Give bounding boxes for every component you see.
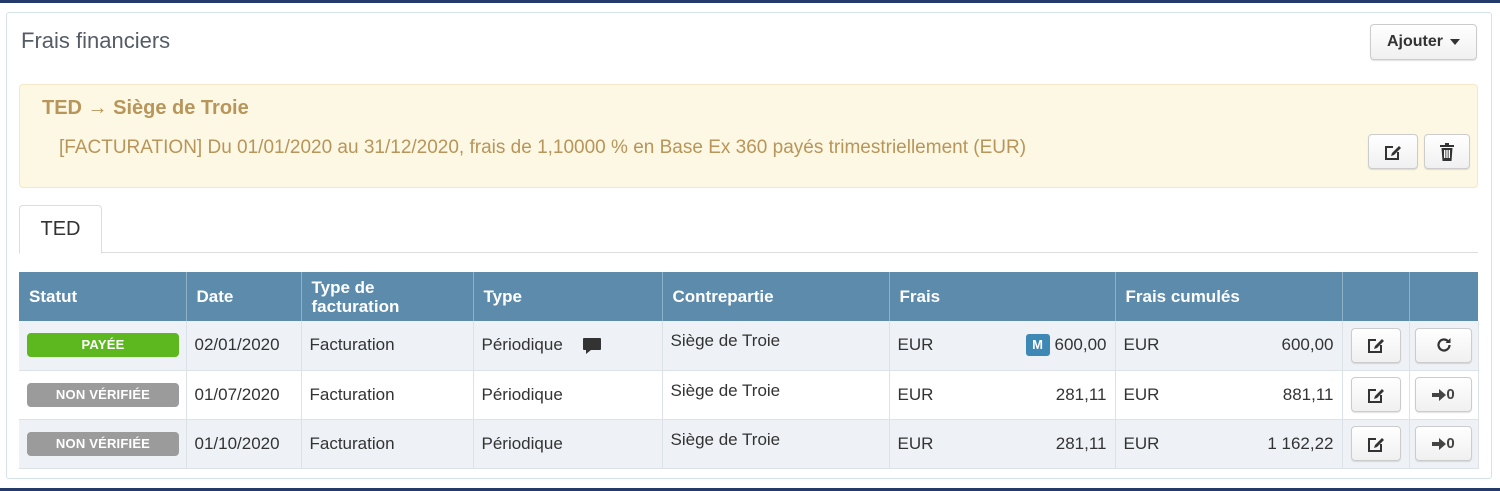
header-frais[interactable]: Frais [889,272,1116,321]
fee-rule-alert: TED → Siège de Troie [FACTURATION] Du 01… [19,84,1478,188]
fee-value: 281,11 [1055,384,1107,404]
status-badge: PAYÉE [27,333,179,358]
date-cell: 02/01/2020 [186,321,302,371]
header-contrepartie[interactable]: Contrepartie [662,272,890,321]
date-cell: 01/07/2020 [186,370,302,420]
table-row: NON VÉRIFIÉE 01/07/2020 Facturation Péri… [19,370,1479,420]
table-header-row: Statut Date Type de facturation Type Con… [19,272,1478,321]
fee-currency: EUR [897,335,934,355]
cumulative-currency: EUR [1123,335,1160,355]
frais-financiers-panel: Frais financiers Ajouter TED → Siège de … [6,12,1492,479]
arrow-right-icon [1432,437,1447,450]
cumulative-currency: EUR [1123,433,1160,453]
cumulative-value: 600,00 [1281,335,1334,355]
transfer-row-button[interactable]: 0 [1415,377,1472,412]
header-type-facturation[interactable]: Type de facturation [301,272,474,321]
table-row: PAYÉE 02/01/2020 Facturation Périodique … [19,321,1479,371]
caret-down-icon [1450,39,1460,45]
fee-currency: EUR [897,384,934,404]
alert-description: [FACTURATION] Du 01/01/2020 au 31/12/202… [59,137,1027,158]
edit-row-button[interactable] [1350,327,1401,363]
type-label: Périodique [481,335,563,355]
cumulative-fee-cell: EUR 600,00 [1115,321,1343,371]
fees-table: Statut Date Type de facturation Type Con… [19,272,1479,469]
transfer-row-button[interactable]: 0 [1415,426,1472,461]
table-row: NON VÉRIFIÉE 01/10/2020 Facturation Péri… [19,419,1479,469]
date-cell: 01/10/2020 [186,419,302,469]
cumulative-fee-cell: EUR 881,11 [1115,370,1343,420]
edit-icon [1367,388,1384,403]
cumulative-value: 1 162,22 [1267,433,1334,453]
type-cell: Périodique [473,321,663,371]
fee-value: 600,00 [1054,335,1107,355]
fee-value: 281,11 [1055,433,1107,453]
edit-icon [1385,145,1401,160]
header-frais-cumules[interactable]: Frais cumulés [1115,272,1343,321]
comment-icon[interactable] [582,337,602,355]
tab-ted[interactable]: TED [19,205,102,254]
alert-title: TED → Siège de Troie [42,97,249,119]
cumulative-currency: EUR [1123,384,1160,404]
counterparty-cell: Siège de Troie [662,419,890,469]
transfer-count: 0 [1446,435,1455,452]
edit-rule-button[interactable] [1368,134,1418,169]
refresh-icon [1436,338,1451,352]
fee-cell: EUR 281,11 [889,419,1116,469]
arrow-right-icon [1432,388,1447,401]
billing-type-cell: Facturation [301,419,474,469]
edit-icon [1367,339,1384,354]
top-border [0,0,1500,3]
counterparty-cell: Siège de Troie [662,370,890,420]
status-badge: NON VÉRIFIÉE [27,382,179,407]
edit-row-button[interactable] [1350,377,1401,412]
cumulative-value: 881,11 [1282,384,1334,404]
tabs-bar: TED [19,205,1478,254]
fee-cell: EUR 281,11 [889,370,1116,420]
trash-icon [1440,142,1454,161]
type-cell: Périodique [473,419,663,469]
delete-rule-button[interactable] [1424,134,1470,169]
header-type[interactable]: Type [473,272,663,321]
type-cell: Périodique [473,370,663,420]
counterparty-cell: Siège de Troie [662,321,890,371]
billing-type-cell: Facturation [301,370,474,420]
add-button-label: Ajouter [1387,33,1443,50]
fee-currency: EUR [897,433,934,453]
edit-icon [1367,437,1384,452]
panel-title: Frais financiers [21,28,171,53]
transfer-count: 0 [1446,386,1455,403]
header-statut[interactable]: Statut [19,272,187,321]
cumulative-fee-cell: EUR 1 162,22 [1115,419,1343,469]
manual-tag: M [1025,334,1050,357]
status-badge: NON VÉRIFIÉE [27,431,179,456]
edit-row-button[interactable] [1350,426,1401,461]
fee-cell: EUR M 600,00 [889,321,1116,371]
header-date[interactable]: Date [186,272,302,321]
header-action [1409,272,1478,321]
add-dropdown-button[interactable]: Ajouter [1370,24,1477,60]
billing-type-cell: Facturation [301,321,474,371]
header-edit [1342,272,1410,321]
reset-row-button[interactable] [1415,327,1472,363]
